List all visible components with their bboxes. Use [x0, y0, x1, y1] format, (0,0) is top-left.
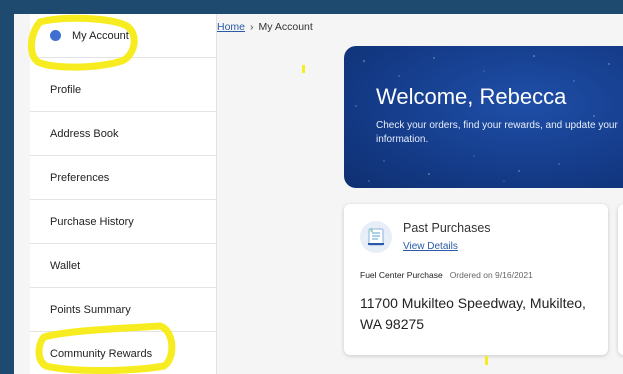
highlight-overlay	[28, 14, 488, 374]
highlight-circle-community-rewards	[35, 322, 176, 374]
highlight-circle-my-account	[28, 14, 138, 71]
highlight-tick-bottom	[485, 356, 488, 365]
highlight-tick-top	[302, 65, 305, 73]
